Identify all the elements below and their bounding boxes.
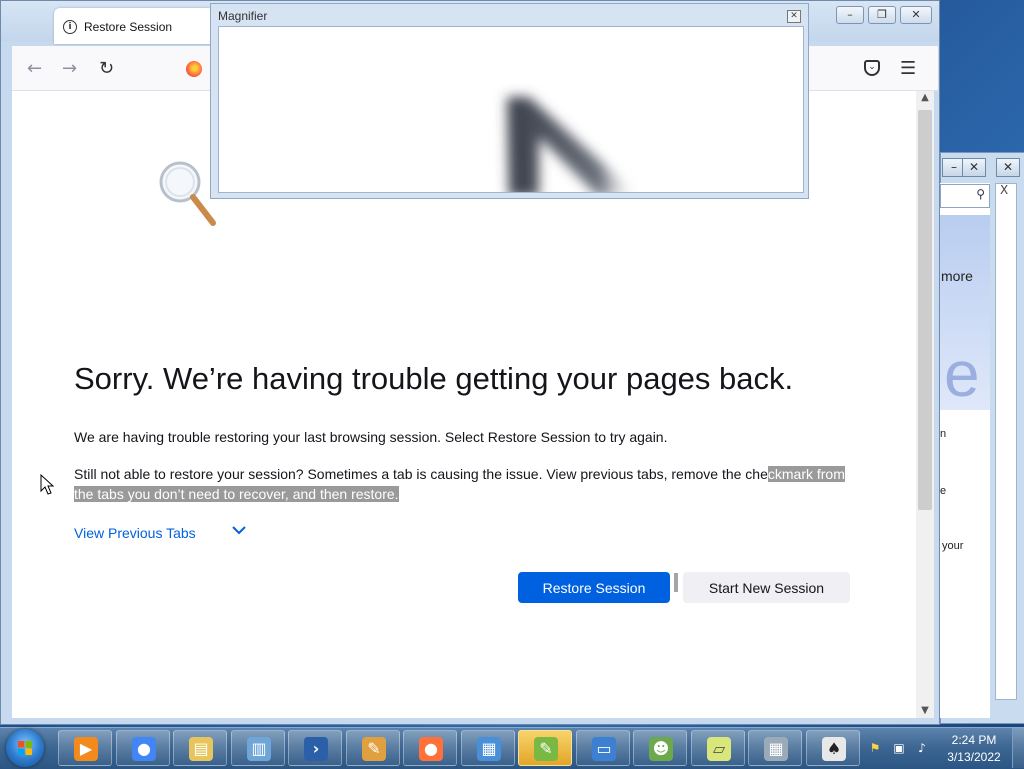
background-window-controls: – ✕ ✕ [940,158,1024,178]
description-text: We are having trouble restoring your las… [74,429,668,445]
taskbar-button-control-panel[interactable]: ▦ [461,730,515,766]
notepad-icon: ✎ [534,737,558,761]
tab-title: Restore Session [84,20,173,34]
chrome-icon: ● [132,737,156,761]
frog-icon: ☻ [649,737,673,761]
taskbar-button-chrome[interactable]: ● [116,730,170,766]
restore-session-button[interactable]: Restore Session [518,572,670,603]
taskbar-button-solitaire[interactable]: ♠ [806,730,860,766]
folder-icon: ▤ [189,737,213,761]
forward-icon[interactable]: → [62,58,77,79]
scrollbar-thumb[interactable] [918,110,932,510]
mouse-cursor-icon [40,474,55,495]
large-letter: e [944,338,980,410]
side-panel [995,183,1017,700]
back-icon[interactable]: ← [27,58,42,79]
taskbar-button-file-explorer[interactable]: ▤ [173,730,227,766]
restore-icon: ❐ [877,8,887,21]
menu-icon[interactable]: ☰ [900,60,916,78]
magnified-cursor-icon [507,97,634,192]
show-desktop-button[interactable] [1012,728,1024,768]
taskbar-button-frog-app[interactable]: ☻ [633,730,687,766]
page-title: Sorry. We’re having trouble getting your… [74,361,794,396]
firefox-icon: ● [419,737,443,761]
clock-date[interactable]: 3/13/2022 [940,750,1008,764]
taskbar-button-powershell[interactable]: › [288,730,342,766]
taskbar-button-notepad-plus[interactable]: ✎ [518,730,572,766]
start-new-session-button[interactable]: Start New Session [683,572,850,603]
focus-indicator [674,573,678,592]
scroll-down-icon[interactable]: ▼ [917,705,933,716]
text-fragment: your [942,540,964,552]
text-fragment: e [940,485,947,497]
taskbar-button-calculator[interactable]: ▦ [748,730,802,766]
remote-desktop-icon: ▭ [592,737,616,761]
taskbar-button-paint[interactable]: ✎ [346,730,400,766]
maximize-button[interactable]: ❐ [868,6,896,24]
windows-logo-icon [18,741,32,755]
troubleshoot-text: Still not able to restore your session? … [74,464,864,504]
close-icon[interactable]: ✕ [787,10,801,23]
cards-icon: ♠ [822,737,846,761]
close-icon[interactable]: X [1000,183,1008,197]
clock-time[interactable]: 2:24 PM [940,733,1008,747]
magnifier-illustration-icon [159,161,216,226]
minimize-icon: – [847,8,853,21]
taskbar-button-document[interactable]: ▥ [231,730,285,766]
search-input[interactable]: ⚲ [940,184,990,208]
document-icon: ▥ [247,737,271,761]
volume-icon[interactable]: ♪ [915,741,929,755]
taskbar-button-firefox[interactable]: ● [403,730,457,766]
control-panel-icon: ▦ [477,737,501,761]
pocket-icon[interactable]: ⌄ [864,60,880,76]
taskbar-button-media-player[interactable]: ▶ [58,730,112,766]
search-icon: ⚲ [976,187,985,201]
sticky-notes-icon: ▱ [707,737,731,761]
troubleshoot-text-plain: Still not able to restore your session? … [74,466,768,482]
taskbar-button-sticky-notes[interactable]: ▱ [691,730,745,766]
more-text: more [941,268,973,284]
close-button[interactable]: ✕ [900,6,932,24]
close-icon[interactable]: ✕ [996,158,1020,177]
action-center-icon[interactable]: ⚑ [868,741,882,755]
close-icon: ✕ [911,8,921,21]
firefox-icon[interactable] [186,61,202,77]
media-player-icon: ▶ [74,737,98,761]
info-icon: i [63,20,77,34]
powershell-icon: › [304,737,328,761]
text-fragment: n [940,428,947,440]
chevron-down-icon[interactable] [230,521,248,539]
view-previous-tabs-link[interactable]: View Previous Tabs [74,525,196,541]
magnifier-view [218,26,804,193]
calculator-icon: ▦ [764,737,788,761]
paint-icon: ✎ [362,737,386,761]
minimize-button[interactable]: – [836,6,864,24]
taskbar-button-remote-desktop[interactable]: ▭ [576,730,630,766]
magnifier-title: Magnifier [218,9,268,23]
close-icon[interactable]: ✕ [962,158,986,177]
reload-icon[interactable]: ↻ [99,58,114,79]
scroll-up-icon[interactable]: ▲ [917,92,933,103]
network-icon[interactable]: ▣ [892,741,906,755]
